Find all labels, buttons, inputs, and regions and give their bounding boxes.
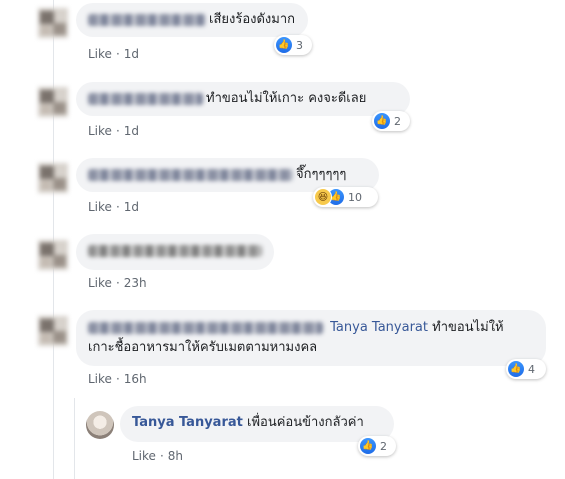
comment-meta: Like · 1d xyxy=(88,124,139,138)
reply-thread-line xyxy=(74,398,75,479)
comment-meta: Like · 1d xyxy=(88,47,139,61)
separator-dot: · xyxy=(115,372,120,386)
thumbs-up-icon: 👍 xyxy=(360,438,376,454)
reaction-count: 3 xyxy=(296,38,303,52)
blurred-author-name[interactable] xyxy=(88,13,206,26)
thumbs-up-icon: 👍 xyxy=(374,113,390,129)
like-link[interactable]: Like xyxy=(88,200,112,214)
reaction-count: 10 xyxy=(348,190,362,204)
separator-dot: · xyxy=(115,47,120,61)
comment-meta: Like · 8h xyxy=(132,449,183,463)
blurred-author-name[interactable] xyxy=(88,321,323,334)
comment-bubble: Tanya Tanyarat ทำขอนไม่ให้ เกาะชื้ออาหาร… xyxy=(76,310,546,366)
haha-face-icon: 😆 xyxy=(315,189,331,205)
timestamp[interactable]: 23h xyxy=(124,276,147,290)
comment-bubble: ทำขอนไม่ให้เกาะ คงจะดีเลย xyxy=(76,82,410,116)
comment-meta: Like · 1d xyxy=(88,200,139,214)
like-link[interactable]: Like xyxy=(88,372,112,386)
avatar[interactable] xyxy=(38,163,68,193)
comment-text: ทำขอนไม่ให้ xyxy=(432,320,504,335)
avatar[interactable] xyxy=(38,240,68,270)
timestamp[interactable]: 16h xyxy=(124,372,147,386)
thumbs-up-icon: 👍 xyxy=(276,37,292,53)
author-name-link[interactable]: Tanya Tanyarat xyxy=(132,415,243,430)
separator-dot: · xyxy=(115,124,120,138)
blurred-author-name[interactable] xyxy=(88,168,293,181)
avatar[interactable] xyxy=(38,316,68,346)
blurred-comment-text xyxy=(88,244,262,257)
timestamp[interactable]: 1d xyxy=(124,47,139,61)
separator-dot: · xyxy=(115,276,120,290)
thumbs-up-icon: 👍 xyxy=(508,361,524,377)
tagged-user-link[interactable]: Tanya Tanyarat xyxy=(330,320,428,335)
comment-line-2: เกาะชื้ออาหารมาให้ครับเมตตามหามงคล xyxy=(88,340,318,355)
like-link[interactable]: Like xyxy=(88,47,112,61)
comment-text: เพื่อนค่อนข้างกลัวค่า xyxy=(247,415,364,430)
avatar[interactable] xyxy=(86,411,114,439)
separator-dot: · xyxy=(159,449,164,463)
comment-bubble xyxy=(76,234,274,270)
comment-meta: Like · 23h xyxy=(88,276,147,290)
separator-dot: · xyxy=(115,200,120,214)
avatar[interactable] xyxy=(38,87,68,117)
reaction-count: 2 xyxy=(394,114,401,128)
avatar[interactable] xyxy=(38,8,68,38)
like-link[interactable]: Like xyxy=(132,449,156,463)
comment-bubble: เสียงร้องดังมาก xyxy=(76,3,308,37)
comment-bubble: Tanya Tanyarat เพื่อนค่อนข้างกลัวค่า xyxy=(120,406,394,442)
comment-meta: Like · 16h xyxy=(88,372,147,386)
blurred-author-name[interactable] xyxy=(88,92,203,105)
reaction-count: 4 xyxy=(528,362,535,376)
comment-line-1: Tanya Tanyarat ทำขอนไม่ให้ xyxy=(88,318,534,338)
like-link[interactable]: Like xyxy=(88,276,112,290)
reaction-summary[interactable]: 😆 👍 10 xyxy=(313,187,378,207)
timestamp[interactable]: 1d xyxy=(124,124,139,138)
reaction-count: 2 xyxy=(380,439,387,453)
comment-text: เสียงร้องดังมาก xyxy=(209,12,296,27)
reaction-summary[interactable]: 👍 2 xyxy=(358,436,396,456)
comment-text: จึ๊กๆๆๆๆๆ xyxy=(296,167,347,182)
reaction-summary[interactable]: 👍 4 xyxy=(506,359,546,379)
reaction-summary[interactable]: 👍 3 xyxy=(274,35,312,55)
timestamp[interactable]: 1d xyxy=(124,200,139,214)
comment-text: ทำขอนไม่ให้เกาะ คงจะดีเลย xyxy=(206,91,367,106)
timestamp[interactable]: 8h xyxy=(168,449,183,463)
like-link[interactable]: Like xyxy=(88,124,112,138)
reaction-summary[interactable]: 👍 2 xyxy=(372,111,410,131)
